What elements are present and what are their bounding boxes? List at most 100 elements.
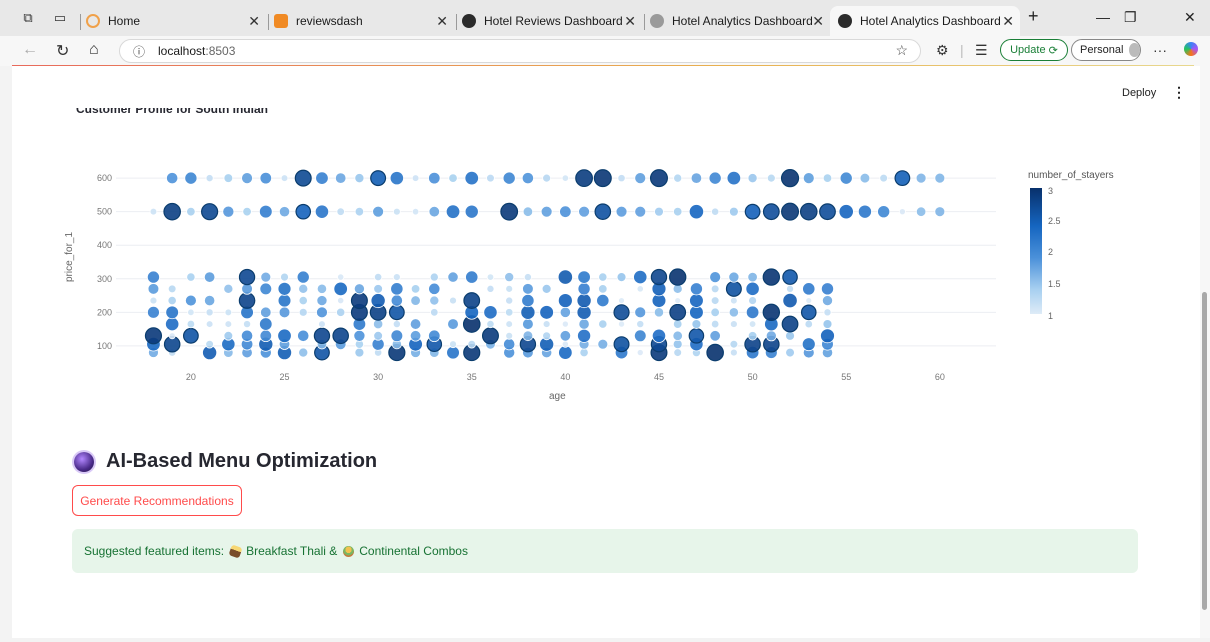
scatter-point [598, 319, 608, 329]
scatter-point [409, 318, 422, 330]
scatter-point [673, 348, 683, 357]
extensions-icon[interactable]: ⚙ [936, 42, 949, 59]
close-window-icon[interactable]: ✕ [1184, 9, 1196, 26]
scatter-point [298, 307, 308, 317]
scatter-point [280, 272, 289, 282]
tab-hotel-analytics-dashboard[interactable]: Hotel Analytics Dashboard ✕ [650, 6, 830, 36]
scatter-point [505, 331, 514, 340]
scatter-point [785, 347, 795, 358]
profile-button[interactable]: Personal [1071, 39, 1141, 61]
tab-home[interactable]: Home ✕ [86, 6, 266, 36]
scatter-point [596, 293, 610, 308]
close-tab-icon[interactable]: ✕ [248, 13, 260, 30]
scatter-point [781, 315, 799, 333]
x-tick-label: 60 [935, 372, 945, 382]
colorbar-title: number_of_stayers [1028, 170, 1114, 181]
scatter-point [673, 206, 683, 217]
more-menu-icon[interactable]: ··· [1153, 42, 1167, 58]
scatter-point [636, 349, 644, 357]
close-tab-icon[interactable]: ✕ [624, 13, 636, 30]
restore-icon[interactable]: ❐ [1124, 9, 1137, 26]
scatter-point [559, 306, 571, 318]
scatter-point [165, 316, 180, 332]
tab-actions-icon[interactable]: ▭ [52, 10, 68, 26]
scatter-point [167, 284, 177, 294]
scatter-point [354, 173, 365, 184]
scatter-point [390, 329, 404, 343]
scatter-point [205, 308, 214, 317]
minimize-icon[interactable]: — [1096, 9, 1110, 25]
generate-recommendations-button[interactable]: Generate Recommendations [72, 485, 242, 516]
scatter-point [223, 331, 234, 341]
refresh-icon[interactable]: ↻ [56, 41, 69, 61]
scatter-point [618, 320, 626, 328]
scatter-point [799, 202, 818, 221]
scatter-point [557, 269, 573, 285]
scatter-point [710, 319, 720, 329]
scatter-point [710, 296, 720, 305]
scatter-point [725, 280, 742, 297]
scatter-point [298, 347, 309, 358]
main-menu-icon[interactable]: ⋮ [1172, 84, 1186, 101]
copilot-icon[interactable] [1184, 42, 1198, 56]
scatter-point [277, 293, 292, 308]
y-tick-label: 200 [97, 307, 112, 317]
scrollbar-thumb[interactable] [1202, 292, 1207, 610]
scatter-point [184, 294, 197, 307]
scatter-point [259, 317, 273, 331]
scatter-point [353, 329, 366, 342]
scatter-point [205, 339, 214, 349]
scatter-point [486, 319, 495, 329]
scatter-point [634, 172, 647, 185]
scatter-point [820, 328, 835, 344]
scatter-point [822, 319, 833, 329]
scatter-point [449, 340, 457, 349]
scatter-point [204, 294, 216, 307]
avatar [1129, 43, 1140, 57]
app-favicon-icon [838, 14, 852, 28]
scatter-point [332, 327, 349, 345]
scatter-point [467, 339, 477, 349]
favorite-star-icon[interactable]: ☆ [895, 42, 908, 59]
close-tab-icon[interactable]: ✕ [812, 13, 824, 30]
scatter-point [593, 169, 612, 188]
workspaces-icon[interactable]: ⧉ [20, 10, 36, 26]
x-tick-label: 55 [841, 372, 851, 382]
new-tab-icon[interactable]: + [1028, 6, 1039, 27]
tab-reviewsdash[interactable]: reviewsdash ✕ [274, 6, 454, 36]
scatter-point [559, 330, 572, 342]
scatter-point [334, 172, 347, 184]
scatter-point [617, 174, 626, 183]
scatter-point [238, 292, 256, 309]
scatter-point [390, 294, 403, 307]
home-icon[interactable]: ⌂ [89, 41, 99, 59]
section-heading: AI-Based Menu Optimization [74, 450, 377, 473]
scatter-point [729, 320, 738, 328]
scatter-point [762, 303, 781, 322]
scatter-point [651, 328, 667, 343]
scatter-point [144, 327, 163, 345]
site-info-icon[interactable]: ⓘ [133, 43, 145, 60]
page-scrollbar[interactable] [1200, 66, 1210, 638]
scatter-point [146, 270, 160, 284]
scatter-point [182, 327, 199, 344]
favorites-icon[interactable]: ☰ [975, 42, 988, 59]
tab-hotel-reviews-dashboard[interactable]: Hotel Reviews Dashboard ✕ [462, 6, 642, 36]
update-button[interactable]: Update ⟳ [1000, 39, 1068, 61]
scatter-plot[interactable]: 100 200 300 400 500 600 20 25 30 35 40 45 50 55 60 [12, 66, 1012, 406]
close-tab-icon[interactable]: ✕ [436, 13, 448, 30]
scatter-point [636, 320, 645, 329]
scatter-point [500, 202, 519, 221]
scatter-point [672, 339, 683, 350]
deploy-button[interactable]: Deploy [1122, 87, 1156, 99]
scatter-point [822, 173, 833, 183]
scatter-point [838, 204, 854, 220]
scatter-point [449, 296, 457, 305]
scatter-point [561, 340, 569, 348]
back-icon[interactable]: ← [22, 41, 38, 59]
scatter-point [223, 283, 234, 294]
close-tab-icon[interactable]: ✕ [1002, 13, 1014, 30]
reviewsdash-favicon-icon [274, 14, 288, 28]
tab-hotel-analytics-dashboard-active[interactable]: Hotel Analytics Dashboard ✕ [830, 6, 1020, 36]
address-bar[interactable]: ⓘ localhost:8503 ☆ [119, 39, 921, 63]
